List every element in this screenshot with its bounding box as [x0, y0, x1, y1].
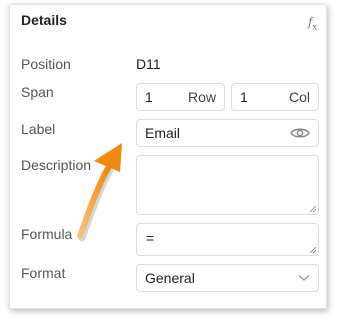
span-rows-input[interactable]: 1 Row	[136, 83, 225, 111]
formula-label: Formula	[21, 226, 73, 242]
formula-textarea[interactable]: =	[136, 223, 319, 256]
label-label: Label	[21, 121, 56, 137]
span-cols-input[interactable]: 1 Col	[231, 83, 319, 111]
format-select-value: General	[145, 270, 195, 286]
span-rows-unit: Row	[187, 89, 216, 105]
function-icon[interactable]: fx	[308, 15, 317, 31]
format-label: Format	[21, 265, 66, 281]
position-value: D11	[136, 56, 161, 72]
chevron-down-icon	[298, 274, 310, 282]
span-label: Span	[21, 84, 54, 100]
label-input[interactable]: Email	[136, 119, 319, 147]
span-rows-value: 1	[145, 89, 153, 105]
formula-value: =	[146, 230, 155, 246]
resize-handle[interactable]	[310, 206, 316, 212]
fx-subscript: x	[312, 22, 317, 32]
format-select[interactable]: General	[136, 264, 319, 292]
resize-handle[interactable]	[310, 247, 316, 253]
description-textarea[interactable]	[136, 155, 319, 215]
eye-icon[interactable]	[290, 126, 310, 140]
span-cols-value: 1	[240, 89, 248, 105]
description-label: Description	[21, 157, 92, 173]
label-input-value: Email	[145, 125, 181, 141]
position-label: Position	[21, 56, 71, 72]
panel-title: Details	[21, 12, 67, 28]
details-panel: Details fx Position D11 Span 1 Row 1 Col…	[9, 4, 327, 309]
span-cols-unit: Col	[288, 89, 310, 105]
